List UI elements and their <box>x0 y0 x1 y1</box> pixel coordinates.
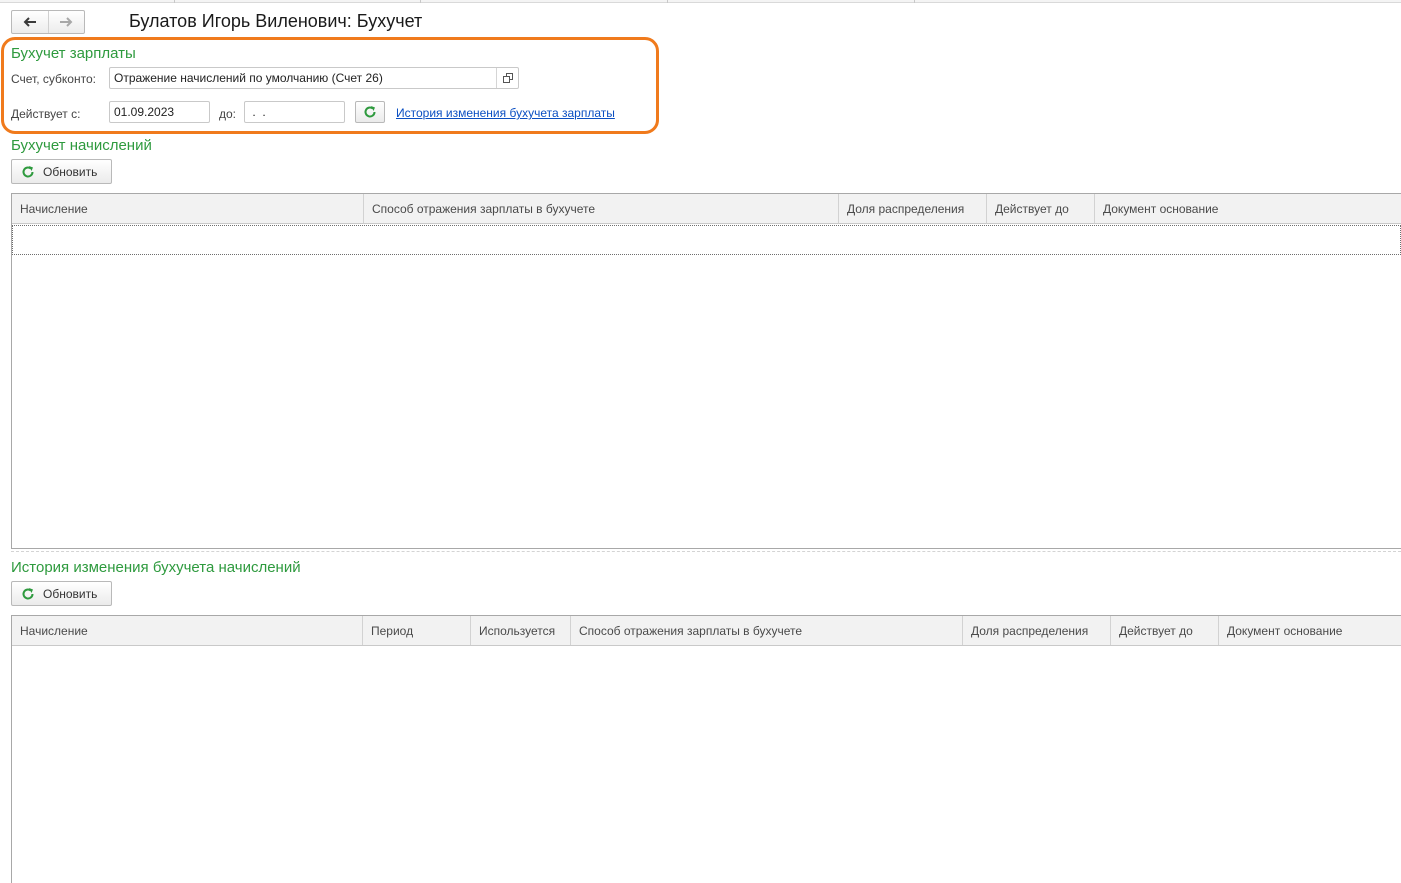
column-header-valid-to[interactable]: Действует до <box>1111 616 1219 645</box>
column-header-share[interactable]: Доля распределения <box>839 194 987 223</box>
top-strip <box>0 0 1401 3</box>
column-header-basis-document[interactable]: Документ основание <box>1095 194 1401 223</box>
accruals-table[interactable]: Начисление Способ отражения зарплаты в б… <box>11 193 1401 549</box>
refresh-accruals-button[interactable]: Обновить <box>11 159 112 184</box>
table-row-empty-focused[interactable] <box>12 225 1401 255</box>
column-header-used[interactable]: Используется <box>471 616 571 645</box>
valid-from-label: Действует с: <box>11 107 81 121</box>
refresh-icon <box>22 165 34 178</box>
history-table-header: Начисление Период Используется Способ от… <box>12 616 1401 646</box>
valid-to-label: до: <box>219 107 237 121</box>
salary-accounting-title: Бухучет зарплаты <box>11 45 136 62</box>
refresh-history-button[interactable]: Обновить <box>11 581 112 606</box>
account-label: Счет, субконто: <box>11 72 96 86</box>
forward-button[interactable] <box>47 11 85 33</box>
open-window-icon <box>502 73 513 83</box>
accruals-history-table[interactable]: Начисление Период Используется Способ от… <box>11 615 1401 883</box>
column-header-share[interactable]: Доля распределения <box>963 616 1111 645</box>
accruals-table-header: Начисление Способ отражения зарплаты в б… <box>12 194 1401 224</box>
refresh-icon <box>22 587 34 600</box>
refresh-icon <box>364 106 376 118</box>
splitter[interactable] <box>11 551 1401 552</box>
column-header-method[interactable]: Способ отражения зарплаты в бухучете <box>571 616 963 645</box>
column-header-basis-document[interactable]: Документ основание <box>1219 616 1401 645</box>
strip-divider <box>174 0 175 3</box>
strip-divider <box>420 0 421 3</box>
salary-history-link[interactable]: История изменения бухучета зарплаты <box>396 106 615 120</box>
arrow-left-icon <box>23 17 36 27</box>
account-field[interactable]: Отражение начислений по умолчанию (Счет … <box>109 67 519 89</box>
arrow-right-icon <box>60 17 73 27</box>
refresh-salary-button[interactable] <box>355 101 385 123</box>
refresh-label: Обновить <box>43 586 98 601</box>
strip-divider <box>914 0 915 3</box>
accruals-history-title: История изменения бухучета начислений <box>11 559 301 576</box>
column-header-accrual[interactable]: Начисление <box>12 616 363 645</box>
column-header-period[interactable]: Период <box>363 616 471 645</box>
valid-to-value: . . <box>249 105 266 119</box>
column-header-accrual[interactable]: Начисление <box>12 194 364 223</box>
strip-divider <box>667 0 668 3</box>
page-title: Булатов Игорь Виленович: Бухучет <box>129 11 423 31</box>
navigation-buttons <box>11 10 85 34</box>
valid-to-date-input[interactable]: . . <box>244 101 345 123</box>
column-header-method[interactable]: Способ отражения зарплаты в бухучете <box>364 194 839 223</box>
valid-from-date-input[interactable]: 01.09.2023 <box>109 101 210 123</box>
open-account-button[interactable] <box>496 68 518 88</box>
accruals-accounting-title: Бухучет начислений <box>11 137 152 154</box>
refresh-label: Обновить <box>43 164 98 179</box>
form-window: Булатов Игорь Виленович: Бухучет Бухучет… <box>0 0 1401 883</box>
account-value: Отражение начислений по умолчанию (Счет … <box>114 71 383 85</box>
back-button[interactable] <box>12 11 48 33</box>
column-header-valid-to[interactable]: Действует до <box>987 194 1095 223</box>
valid-from-value: 01.09.2023 <box>114 105 175 119</box>
